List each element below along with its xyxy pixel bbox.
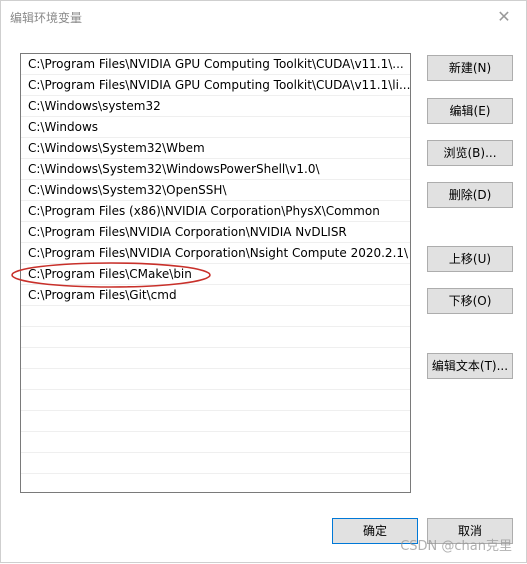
empty-list-row[interactable] [21, 327, 410, 348]
list-item[interactable]: C:\Program Files\NVIDIA Corporation\NVID… [21, 222, 410, 243]
delete-button[interactable]: 删除(D) [427, 182, 513, 208]
new-button[interactable]: 新建(N) [427, 55, 513, 81]
list-item[interactable]: C:\Program Files (x86)\NVIDIA Corporatio… [21, 201, 410, 222]
list-item[interactable]: C:\Program Files\Git\cmd [21, 285, 410, 306]
list-item[interactable]: C:\Program Files\NVIDIA Corporation\Nsig… [21, 243, 410, 264]
move-up-button[interactable]: 上移(U) [427, 246, 513, 272]
ok-button[interactable]: 确定 [332, 518, 418, 544]
empty-list-row[interactable] [21, 306, 410, 327]
empty-list-row[interactable] [21, 453, 410, 474]
edit-button[interactable]: 编辑(E) [427, 98, 513, 124]
empty-list-row[interactable] [21, 348, 410, 369]
list-item[interactable]: C:\Windows\System32\OpenSSH\ [21, 180, 410, 201]
edit-environment-variable-dialog: 编辑环境变量 ✕ C:\Program Files\NVIDIA GPU Com… [0, 0, 527, 563]
empty-list-row[interactable] [21, 369, 410, 390]
window-title: 编辑环境变量 [10, 11, 83, 25]
title-bar: 编辑环境变量 ✕ [1, 1, 526, 33]
close-icon[interactable]: ✕ [494, 7, 514, 27]
empty-list-row[interactable] [21, 411, 410, 432]
browse-button[interactable]: 浏览(B)... [427, 140, 513, 166]
list-item[interactable]: C:\Program Files\CMake\bin [21, 264, 410, 285]
list-item[interactable]: C:\Program Files\NVIDIA GPU Computing To… [21, 75, 410, 96]
list-item[interactable]: C:\Windows [21, 117, 410, 138]
list-item[interactable]: C:\Windows\system32 [21, 96, 410, 117]
list-item[interactable]: C:\Windows\System32\WindowsPowerShell\v1… [21, 159, 410, 180]
move-down-button[interactable]: 下移(O) [427, 288, 513, 314]
empty-list-row[interactable] [21, 390, 410, 411]
edit-text-button[interactable]: 编辑文本(T)... [427, 353, 513, 379]
path-list[interactable]: C:\Program Files\NVIDIA GPU Computing To… [20, 53, 411, 493]
list-item[interactable]: C:\Windows\System32\Wbem [21, 138, 410, 159]
cancel-button[interactable]: 取消 [427, 518, 513, 544]
empty-list-row[interactable] [21, 432, 410, 453]
list-item[interactable]: C:\Program Files\NVIDIA GPU Computing To… [21, 54, 410, 75]
